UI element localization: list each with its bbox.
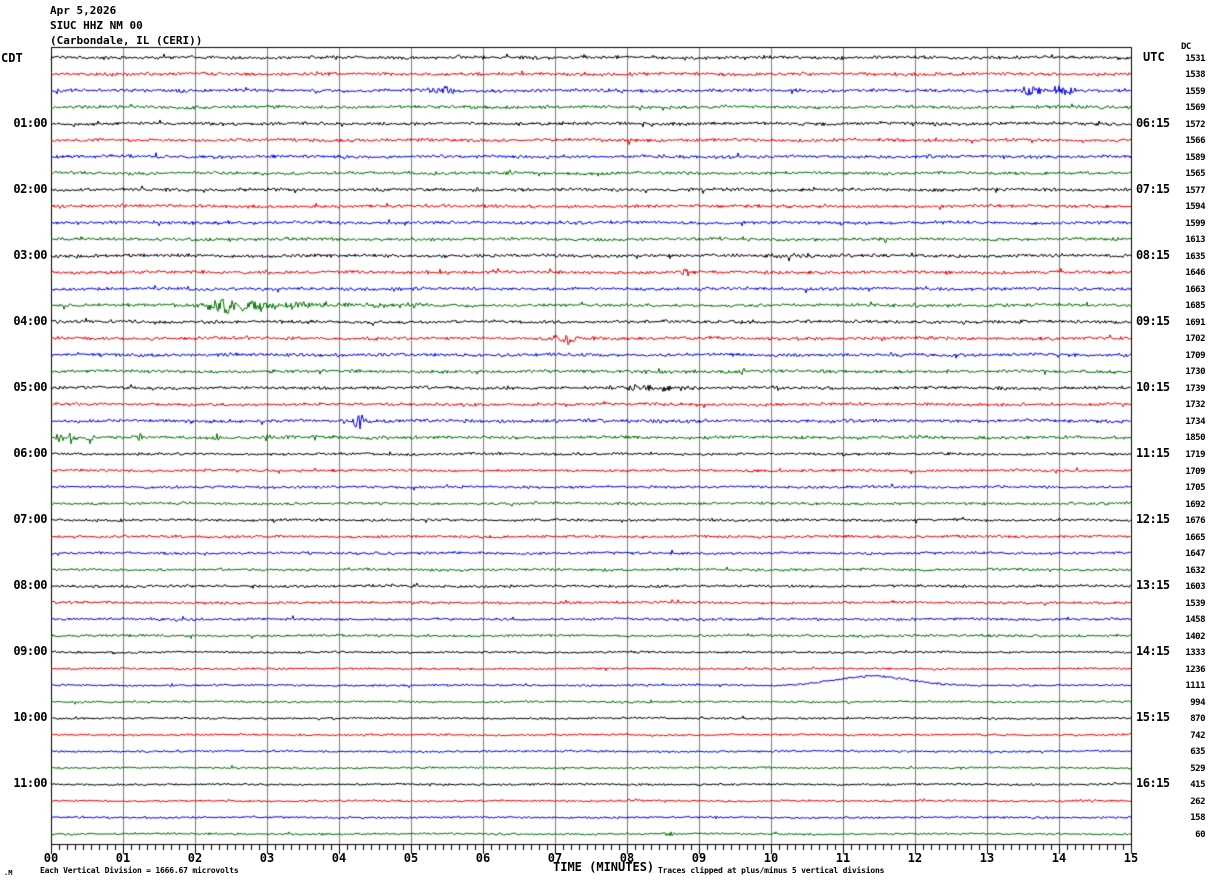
dc-offset-value: 1333 [1145,648,1205,658]
dc-offset-value: 1236 [1145,665,1205,675]
dc-offset-value: 158 [1145,813,1205,823]
dc-offset-value: 1685 [1145,301,1205,311]
x-axis-tick-label: 15 [1115,851,1147,865]
dc-offset-value: 60 [1145,830,1205,840]
dc-offset-value: 262 [1145,797,1205,807]
x-axis-tick-label: 09 [683,851,715,865]
dc-offset-value: 1559 [1145,87,1205,97]
dc-offset-value: 1111 [1145,681,1205,691]
dc-offset-value: 1458 [1145,615,1205,625]
dc-offset-value: 1709 [1145,467,1205,477]
dc-offset-value: 1709 [1145,351,1205,361]
cdt-hour-label: 04:00 [0,314,47,328]
dc-offset-value: 1702 [1145,334,1205,344]
plot-date: Apr 5,2026 [50,4,116,17]
x-axis-tick-label: 05 [395,851,427,865]
dc-offset-value: 1531 [1145,54,1205,64]
x-axis-tick-label: 12 [899,851,931,865]
x-axis-tick-label: 04 [323,851,355,865]
dc-offset-value: 1577 [1145,186,1205,196]
dc-offset-value: 1539 [1145,599,1205,609]
dc-offset-value: 1613 [1145,235,1205,245]
dc-offset-value: 1603 [1145,582,1205,592]
cdt-hour-label: 07:00 [0,512,47,526]
dc-offset-value: 1676 [1145,516,1205,526]
dc-offset-value: 1734 [1145,417,1205,427]
dc-offset-value: 1705 [1145,483,1205,493]
dc-offset-value: 415 [1145,780,1205,790]
dc-offset-value: 1850 [1145,433,1205,443]
cdt-hour-label: 02:00 [0,182,47,196]
x-axis-tick-label: 13 [971,851,1003,865]
dc-offset-value: 1691 [1145,318,1205,328]
dc-offset-value: 1632 [1145,566,1205,576]
seismogram-plot-canvas [0,0,1210,886]
dc-offset-value: 870 [1145,714,1205,724]
dc-offset-value: 1565 [1145,169,1205,179]
dc-offset-value: 1647 [1145,549,1205,559]
dc-offset-value: 1635 [1145,252,1205,262]
cdt-hour-label: 05:00 [0,380,47,394]
dc-offset-value: 1692 [1145,500,1205,510]
dc-offset-value: 529 [1145,764,1205,774]
cdt-hour-label: 01:00 [0,116,47,130]
clip-note: Traces clipped at plus/minus 5 vertical … [658,866,884,875]
dc-offset-value: 1589 [1145,153,1205,163]
x-axis-tick-label: 02 [179,851,211,865]
cdt-hour-label: 08:00 [0,578,47,592]
x-axis-tick-label: 11 [827,851,859,865]
x-axis-tick-label: 03 [251,851,283,865]
dc-offset-value: 1730 [1145,367,1205,377]
dc-offset-value: 1538 [1145,70,1205,80]
dc-offset-value: 1594 [1145,202,1205,212]
station-code: SIUC HHZ NM 00 [50,19,143,32]
scale-note: Each Vertical Division = 1666.67 microvo… [40,866,239,875]
station-location: (Carbondale, IL (CERI)) [50,34,202,47]
x-axis-tick-label: 06 [467,851,499,865]
dc-column-header: DC [1181,42,1191,52]
cdt-hour-label: 11:00 [0,776,47,790]
cdt-hour-label: 03:00 [0,248,47,262]
dc-offset-value: 1719 [1145,450,1205,460]
corner-mark: .M [4,869,12,877]
dc-offset-value: 1665 [1145,533,1205,543]
dc-offset-value: 635 [1145,747,1205,757]
x-axis-tick-label: 14 [1043,851,1075,865]
x-axis-tick-label: 01 [107,851,139,865]
cdt-hour-label: 10:00 [0,710,47,724]
dc-offset-value: 994 [1145,698,1205,708]
dc-offset-value: 1732 [1145,400,1205,410]
left-timezone-label: CDT [1,51,23,65]
x-axis-tick-label: 10 [755,851,787,865]
dc-offset-value: 1663 [1145,285,1205,295]
x-axis-tick-label: 00 [35,851,67,865]
dc-offset-value: 742 [1145,731,1205,741]
dc-offset-value: 1402 [1145,632,1205,642]
helicorder-page: Apr 5,2026 SIUC HHZ NM 00 (Carbondale, I… [0,0,1210,886]
dc-offset-value: 1739 [1145,384,1205,394]
dc-offset-value: 1572 [1145,120,1205,130]
dc-offset-value: 1569 [1145,103,1205,113]
cdt-hour-label: 06:00 [0,446,47,460]
dc-offset-value: 1599 [1145,219,1205,229]
dc-offset-value: 1566 [1145,136,1205,146]
dc-offset-value: 1646 [1145,268,1205,278]
x-axis-title: TIME (MINUTES) [553,860,654,874]
cdt-hour-label: 09:00 [0,644,47,658]
